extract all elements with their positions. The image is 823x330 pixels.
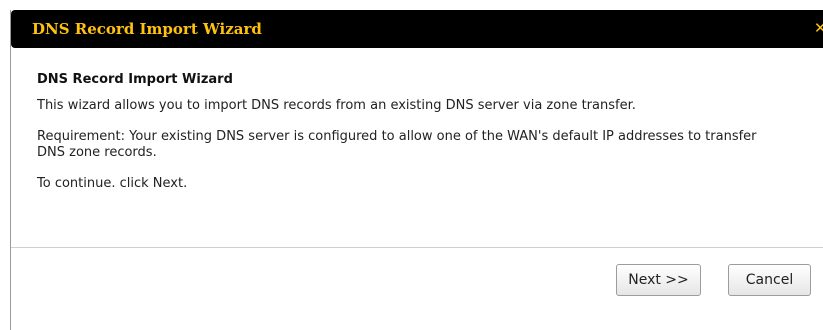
wizard-heading: DNS Record Import Wizard (37, 72, 233, 87)
close-icon[interactable]: ✕ (814, 19, 823, 37)
dialog-title: DNS Record Import Wizard (32, 20, 262, 38)
dialog-titlebar: DNS Record Import Wizard ✕ (11, 10, 823, 48)
cancel-button[interactable]: Cancel (728, 264, 811, 296)
dns-import-wizard-dialog: DNS Record Import Wizard ✕ DNS Record Im… (10, 10, 823, 330)
dialog-content: DNS Record Import Wizard This wizard all… (37, 72, 817, 207)
wizard-intro-text: This wizard allows you to import DNS rec… (37, 98, 636, 113)
next-button[interactable]: Next >> (616, 264, 701, 296)
footer-divider (11, 247, 823, 248)
wizard-instruction-text: To continue. click Next. (37, 176, 188, 191)
wizard-requirement-text: Requirement: Your existing DNS server is… (37, 129, 757, 160)
